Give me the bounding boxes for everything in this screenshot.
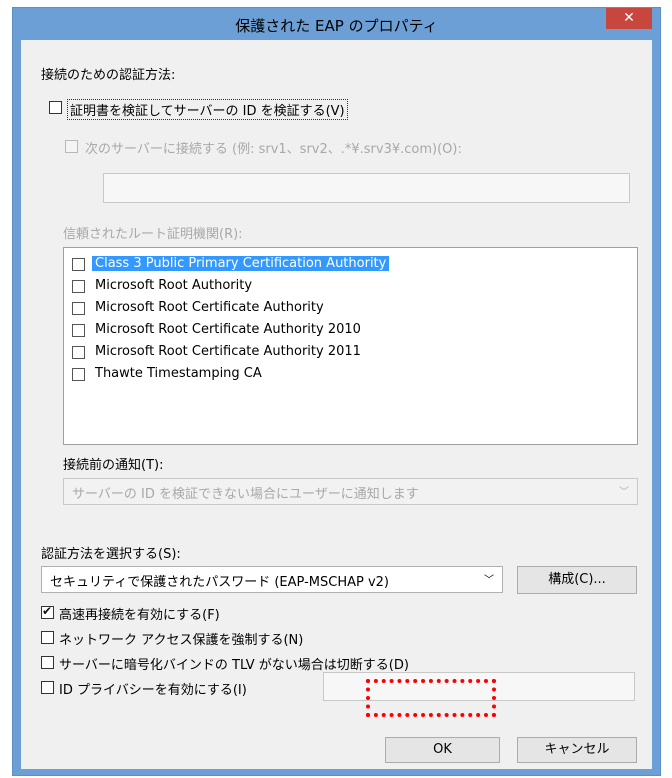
verify-cert-checkbox[interactable]: 証明書を検証してサーバーの ID を検証する(V) (45, 97, 425, 120)
fast-reconnect-checkbox[interactable]: 高速再接続を有効にする(F) (41, 602, 341, 623)
ok-highlight-annotation (366, 679, 496, 717)
configure-button[interactable]: 構成(C)... (517, 566, 637, 594)
cancel-button-label: キャンセル (544, 742, 610, 757)
list-item-label: Thawte Timestamping CA (95, 366, 262, 381)
verify-cert-checkbox-box[interactable] (49, 101, 62, 114)
nap-label: ネットワーク アクセス保護を強制する(N) (59, 633, 304, 648)
list-item-checkbox[interactable] (72, 324, 85, 337)
auth-method-select-value: セキュリティで保護されたパスワード (EAP-MSCHAP v2) (50, 575, 389, 590)
cancel-button[interactable]: キャンセル (517, 737, 637, 763)
chevron-down-icon: ﹀ (484, 575, 494, 586)
identity-privacy-label: ID プライバシーを有効にする(I) (59, 683, 247, 698)
chevron-down-icon: ﹀ (619, 487, 629, 498)
trusted-roots-list[interactable]: Class 3 Public Primary Certification Aut… (63, 247, 638, 445)
notify-select[interactable]: サーバーの ID を検証できない場合にユーザーに通知します ﹀ (63, 478, 638, 505)
identity-privacy-checkbox[interactable]: ID プライバシーを有効にする(I) (41, 677, 341, 698)
nap-checkbox[interactable]: ネットワーク アクセス保護を強制する(N) (41, 627, 401, 648)
trusted-roots-label: 信頼されたルート証明機関(R): (63, 227, 243, 242)
ok-button-label: OK (433, 742, 452, 757)
ok-button[interactable]: OK (385, 737, 500, 763)
crypto-binding-checkbox-box[interactable] (41, 656, 54, 669)
list-item-checkbox[interactable] (72, 302, 85, 315)
crypto-binding-checkbox[interactable]: サーバーに暗号化バインドの TLV がない場合は切断する(D) (41, 652, 521, 673)
connect-servers-label: 次のサーバーに接続する (例: srv1、srv2、.*¥.srv3¥.com)… (85, 142, 462, 157)
crypto-binding-label: サーバーに暗号化バインドの TLV がない場合は切断する(D) (59, 658, 409, 673)
list-item-checkbox[interactable] (72, 280, 85, 293)
eap-properties-dialog: 保護された EAP のプロパティ ✕ 接続のための認証方法: 証明書を検証してサ… (12, 7, 661, 776)
connect-servers-checkbox-box[interactable] (65, 140, 78, 153)
list-item-checkbox[interactable] (72, 258, 85, 271)
list-item-label: Microsoft Root Authority (95, 278, 253, 293)
identity-privacy-checkbox-box[interactable] (41, 681, 54, 694)
list-item-label: Microsoft Root Certificate Authority 201… (95, 322, 361, 337)
fast-reconnect-checkbox-box[interactable] (41, 604, 54, 619)
notify-label: 接続前の通知(T): (63, 458, 164, 473)
verify-cert-label: 証明書を検証してサーバーの ID を検証する(V) (67, 99, 348, 120)
configure-button-label: 構成(C)... (548, 572, 606, 587)
list-item-checkbox[interactable] (72, 368, 85, 381)
title-bar[interactable]: 保護された EAP のプロパティ ✕ (13, 8, 660, 40)
connect-servers-checkbox[interactable]: 次のサーバーに接続する (例: srv1、srv2、.*¥.srv3¥.com)… (65, 137, 625, 157)
close-icon: ✕ (623, 10, 635, 26)
fast-reconnect-label: 高速再接続を有効にする(F) (59, 608, 220, 623)
list-item-label: Class 3 Public Primary Certification Aut… (92, 256, 390, 271)
notify-select-value: サーバーの ID を検証できない場合にユーザーに通知します (72, 487, 419, 502)
list-item-checkbox[interactable] (72, 346, 85, 359)
list-item-label: Microsoft Root Certificate Authority (95, 300, 324, 315)
window-title: 保護された EAP のプロパティ (235, 17, 438, 35)
dialog-client-area: 接続のための認証方法: 証明書を検証してサーバーの ID を検証する(V) 次の… (21, 40, 652, 769)
list-item-label: Microsoft Root Certificate Authority 201… (95, 344, 361, 359)
nap-checkbox-box[interactable] (41, 631, 54, 644)
connection-auth-heading: 接続のための認証方法: (41, 68, 176, 83)
auth-method-select[interactable]: セキュリティで保護されたパスワード (EAP-MSCHAP v2) ﹀ (41, 566, 503, 593)
close-button[interactable]: ✕ (606, 8, 652, 29)
auth-method-label: 認証方法を選択する(S): (41, 547, 181, 562)
server-names-input[interactable] (103, 173, 630, 203)
